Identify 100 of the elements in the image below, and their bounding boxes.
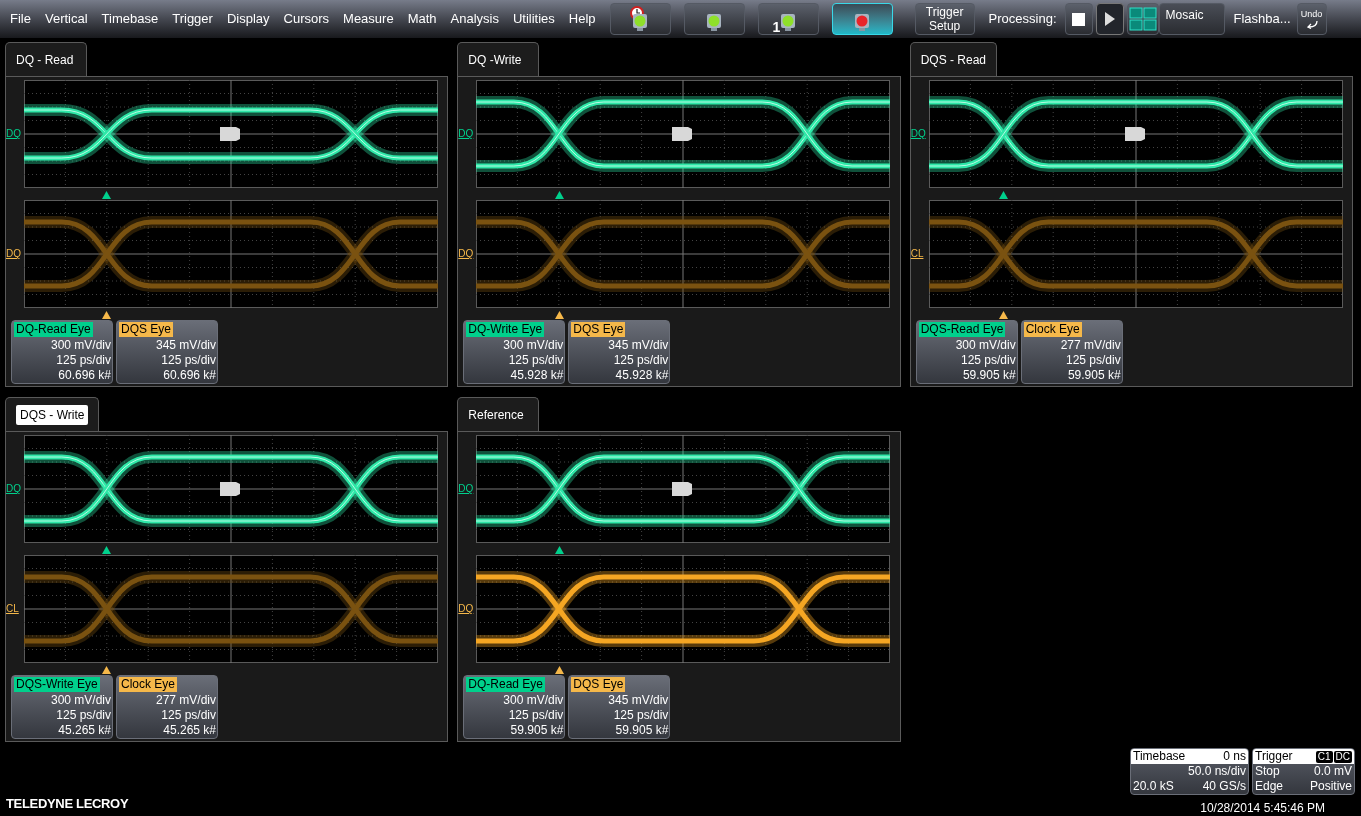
menu-item[interactable]: Vertical <box>44 9 88 29</box>
undo-button[interactable]: Undo <box>1296 3 1327 35</box>
trace-label: DQ <box>6 249 22 259</box>
toolbar-button[interactable] <box>683 3 745 35</box>
descriptor-value: 125 ps/div <box>55 353 112 368</box>
stop-icon <box>1072 12 1086 26</box>
panel-tab[interactable]: Reference <box>457 397 540 431</box>
menu-item[interactable]: Cursors <box>283 9 330 29</box>
panel-tab[interactable]: DQ -Write <box>457 42 540 76</box>
toolbar-button[interactable] <box>831 3 893 35</box>
coupling-badge: DC <box>1333 750 1352 763</box>
trace-name: DQS-Write Eye <box>14 677 100 692</box>
descriptor-value: 345 mV/div <box>607 338 670 353</box>
descriptor-value: 125 ps/div <box>507 353 565 368</box>
descriptor-value: 125 ps/div <box>612 353 670 368</box>
menu-item[interactable]: Analysis <box>450 9 499 29</box>
play-button[interactable] <box>1095 3 1124 35</box>
timestamp: 10/28/2014 5:45:46 PM <box>1200 800 1325 816</box>
trace-label: DQ <box>458 249 475 259</box>
trigger-slope: Positive <box>1309 779 1352 794</box>
descriptor-value: 300 mV/div <box>502 338 565 353</box>
trace-marker-icon <box>220 127 240 141</box>
channel-badge: C1 <box>1315 750 1333 763</box>
descriptor-value: 59.905 k# <box>614 723 670 738</box>
trace-label: DQ <box>6 129 22 139</box>
trigger-setup-button[interactable]: Trigger Setup <box>914 3 975 35</box>
descriptor-value: 125 ps/div <box>959 353 1017 368</box>
menu-item[interactable]: Math <box>407 9 437 29</box>
trace-descriptor[interactable]: DQS Eye 345 mV/div 125 ps/div 45.928 k# <box>568 320 671 384</box>
trace-name: DQ-Read Eye <box>466 677 546 692</box>
menu-item[interactable]: Trigger <box>172 9 213 29</box>
panel-tab[interactable]: DQS - Read <box>909 42 997 76</box>
timebase-title: Timebase <box>1133 749 1186 764</box>
layout-button[interactable] <box>1126 3 1159 35</box>
descriptor-value: 300 mV/div <box>49 693 112 708</box>
descriptor-value: 125 ps/div <box>1064 353 1122 368</box>
badge-number: 1 <box>772 20 781 34</box>
timebase-delay: 0 ns <box>1223 749 1246 764</box>
descriptor-value: 45.928 k# <box>509 368 565 383</box>
trace-descriptor[interactable]: Clock Eye 277 mV/div 125 ps/div 59.905 k# <box>1020 320 1123 384</box>
trigger-title: Trigger <box>1255 749 1293 764</box>
trace-descriptor[interactable]: DQ-Read Eye 300 mV/div 125 ps/div 60.696 k# <box>11 320 113 384</box>
trace-descriptor[interactable]: DQS-Write Eye 300 mV/div 125 ps/div 45.265 k# <box>11 675 113 739</box>
flashback-label[interactable]: Flashba... <box>1233 9 1291 29</box>
descriptor-value: 300 mV/div <box>502 693 565 708</box>
trigger-level: 0.0 mV <box>1314 764 1352 779</box>
trace-marker-icon <box>672 482 693 496</box>
descriptor-value: 59.905 k# <box>961 368 1017 383</box>
descriptor-value: 45.265 k# <box>57 723 112 738</box>
trace-name: DQ-Write Eye <box>466 322 545 337</box>
menu-item[interactable]: Utilities <box>512 9 555 29</box>
mosaic-grid-icon <box>1128 7 1157 31</box>
trace-name: Clock Eye <box>1023 322 1082 337</box>
descriptor-value: 125 ps/div <box>507 708 565 723</box>
trigger-type: Edge <box>1255 779 1284 794</box>
trace-marker-icon <box>220 482 240 496</box>
timebase-scale: 50.0 ns/div <box>1187 764 1246 779</box>
descriptor-value: 345 mV/div <box>154 338 217 353</box>
trace-name: Clock Eye <box>119 677 178 692</box>
menu-item[interactable]: Help <box>568 9 596 29</box>
menu-item[interactable]: Timebase <box>101 9 159 29</box>
descriptor-value: 125 ps/div <box>160 708 217 723</box>
descriptor-value: 125 ps/div <box>612 708 670 723</box>
descriptor-value: 277 mV/div <box>154 693 217 708</box>
layout-field[interactable]: Mosaic <box>1158 3 1225 35</box>
play-icon <box>1103 11 1116 27</box>
trace-descriptor[interactable]: Clock Eye 277 mV/div 125 ps/div 45.265 k# <box>116 675 218 739</box>
descriptor-value: 45.928 k# <box>614 368 670 383</box>
panel-tab[interactable]: DQS - Write <box>5 397 100 431</box>
trace-label: DQ <box>458 129 475 139</box>
trace-descriptor[interactable]: DQS Eye 345 mV/div 125 ps/div 60.696 k# <box>116 320 218 384</box>
timebase-descriptor[interactable]: Timebase 0 ns 50.0 ns/div 20.0 kS 40 GS/s <box>1130 748 1249 795</box>
trace-descriptor[interactable]: DQ-Write Eye 300 mV/div 125 ps/div 45.928 k# <box>463 320 566 384</box>
trace-descriptor[interactable]: DQ-Read Eye 300 mV/div 125 ps/div 59.905 k# <box>463 675 566 739</box>
trace-descriptor[interactable]: DQS Eye 345 mV/div 125 ps/div 59.905 k# <box>568 675 671 739</box>
menu-item[interactable]: File <box>10 9 31 29</box>
descriptor-value: 60.696 k# <box>57 368 112 383</box>
trace-descriptor[interactable]: DQS-Read Eye 300 mV/div 125 ps/div 59.905 k# <box>915 320 1018 384</box>
trace-label: DQ <box>910 129 927 139</box>
menu-item[interactable]: Measure <box>343 9 394 29</box>
descriptor-value: 125 ps/div <box>55 708 112 723</box>
descriptor-value: 300 mV/div <box>49 338 112 353</box>
toolbar-button[interactable] <box>609 3 671 35</box>
descriptor-value: 45.265 k# <box>162 723 217 738</box>
brand-logo: TELEDYNE LECROY <box>6 796 129 811</box>
descriptor-value: 125 ps/div <box>160 353 217 368</box>
descriptor-value: 60.696 k# <box>162 368 217 383</box>
trace-marker-icon <box>672 127 693 141</box>
trace-name: DQS Eye <box>571 677 626 692</box>
trigger-descriptor[interactable]: Trigger C1 DC Stop 0.0 mV Edge Positive <box>1252 748 1355 795</box>
menu-item[interactable]: Display <box>226 9 270 29</box>
panel-tab[interactable]: DQ - Read <box>5 42 87 76</box>
toolbar-button[interactable]: 1 <box>757 3 819 35</box>
trace-name: DQS Eye <box>571 322 626 337</box>
stop-button[interactable] <box>1064 3 1093 35</box>
trace-label: DQ <box>6 484 22 494</box>
trace-name: DQS-Read Eye <box>918 322 1006 337</box>
sample-count: 20.0 kS <box>1133 779 1174 794</box>
processing-label: Processing: <box>988 10 1057 29</box>
descriptor-value: 59.905 k# <box>509 723 565 738</box>
